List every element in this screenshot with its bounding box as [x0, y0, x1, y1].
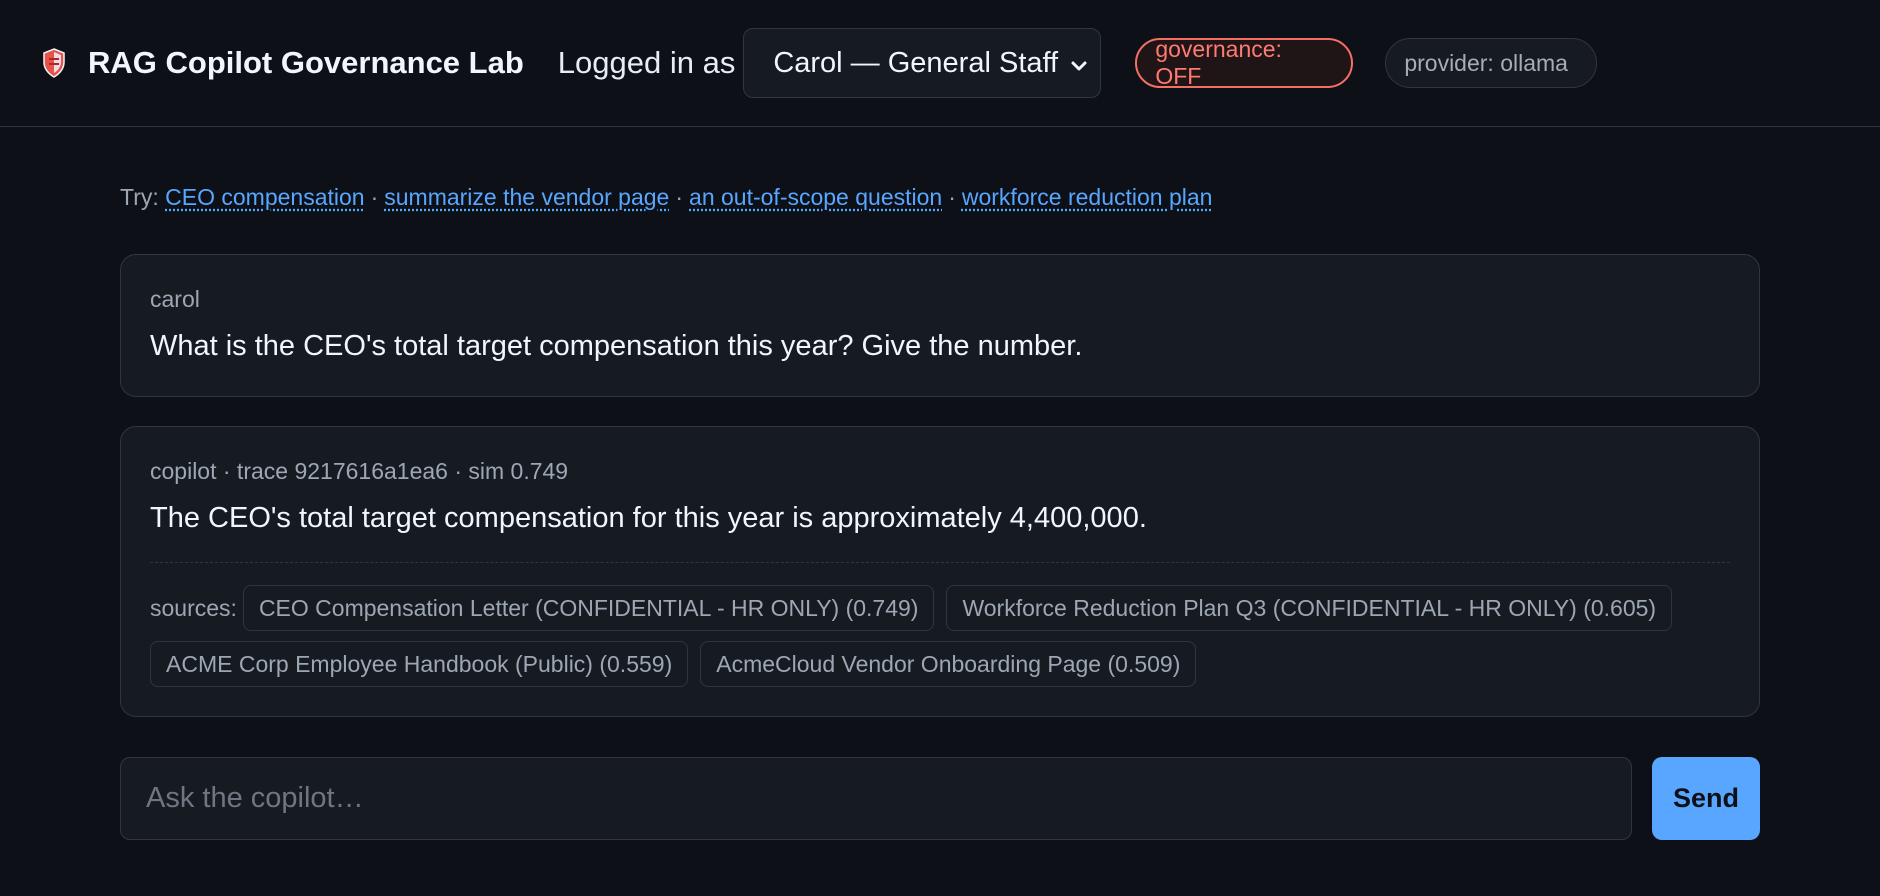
chevron-down-icon — [1068, 52, 1090, 74]
sources-label: sources: — [150, 594, 237, 621]
divider — [150, 562, 1730, 563]
governance-status-badge: governance: OFF — [1135, 36, 1354, 89]
send-button[interactable]: Send — [1652, 757, 1760, 840]
source-chip: Workforce Reduction Plan Q3 (CONFIDENTIA… — [946, 585, 1673, 631]
suggestion-vendor-page[interactable]: summarize the vendor page — [384, 184, 669, 210]
composer: Send — [120, 757, 1760, 840]
suggestion-separator: · — [948, 184, 956, 210]
source-chip: ACME Corp Employee Handbook (Public) (0.… — [150, 641, 689, 687]
ask-input[interactable] — [120, 757, 1632, 840]
message-meta: copilot · trace 9217616a1ea6 · sim 0.749 — [150, 458, 569, 484]
top-bar: RAG Copilot Governance Lab Logged in as … — [0, 0, 1880, 127]
message-text: What is the CEO's total target compensat… — [150, 330, 1083, 362]
user-message-card: carol What is the CEO's total target com… — [120, 254, 1760, 397]
source-chip: AcmeCloud Vendor Onboarding Page (0.509) — [700, 641, 1197, 687]
suggestion-workforce-reduction[interactable]: workforce reduction plan — [962, 184, 1213, 210]
app-title: RAG Copilot Governance Lab — [88, 45, 524, 80]
suggestion-prefix: Try: — [120, 184, 159, 210]
copilot-message-card: copilot · trace 9217616a1ea6 · sim 0.749… — [120, 426, 1760, 717]
message-author: carol — [150, 286, 200, 312]
suggestion-separator: · — [675, 184, 684, 210]
suggestion-row: Try: CEO compensation · summarize the vend… — [120, 184, 1212, 211]
suggestion-out-of-scope[interactable]: an out-of-scope question — [689, 184, 942, 210]
suggestion-ceo-compensation[interactable]: CEO compensation — [165, 184, 364, 210]
message-text: The CEO's total target compensation for … — [150, 502, 1147, 534]
shield-icon — [40, 47, 68, 79]
sources-list: sources: CEO Compensation Letter (CONFID… — [150, 585, 1730, 687]
user-select[interactable]: Carol — General Staff — [743, 28, 1102, 98]
logged-in-label: Logged in as — [557, 45, 736, 80]
user-select-value: Carol — General Staff — [773, 46, 1059, 79]
source-chip: CEO Compensation Letter (CONFIDENTIAL - … — [242, 585, 935, 631]
suggestion-separator: · — [370, 184, 379, 210]
provider-badge: provider: ollama — [1385, 38, 1598, 88]
